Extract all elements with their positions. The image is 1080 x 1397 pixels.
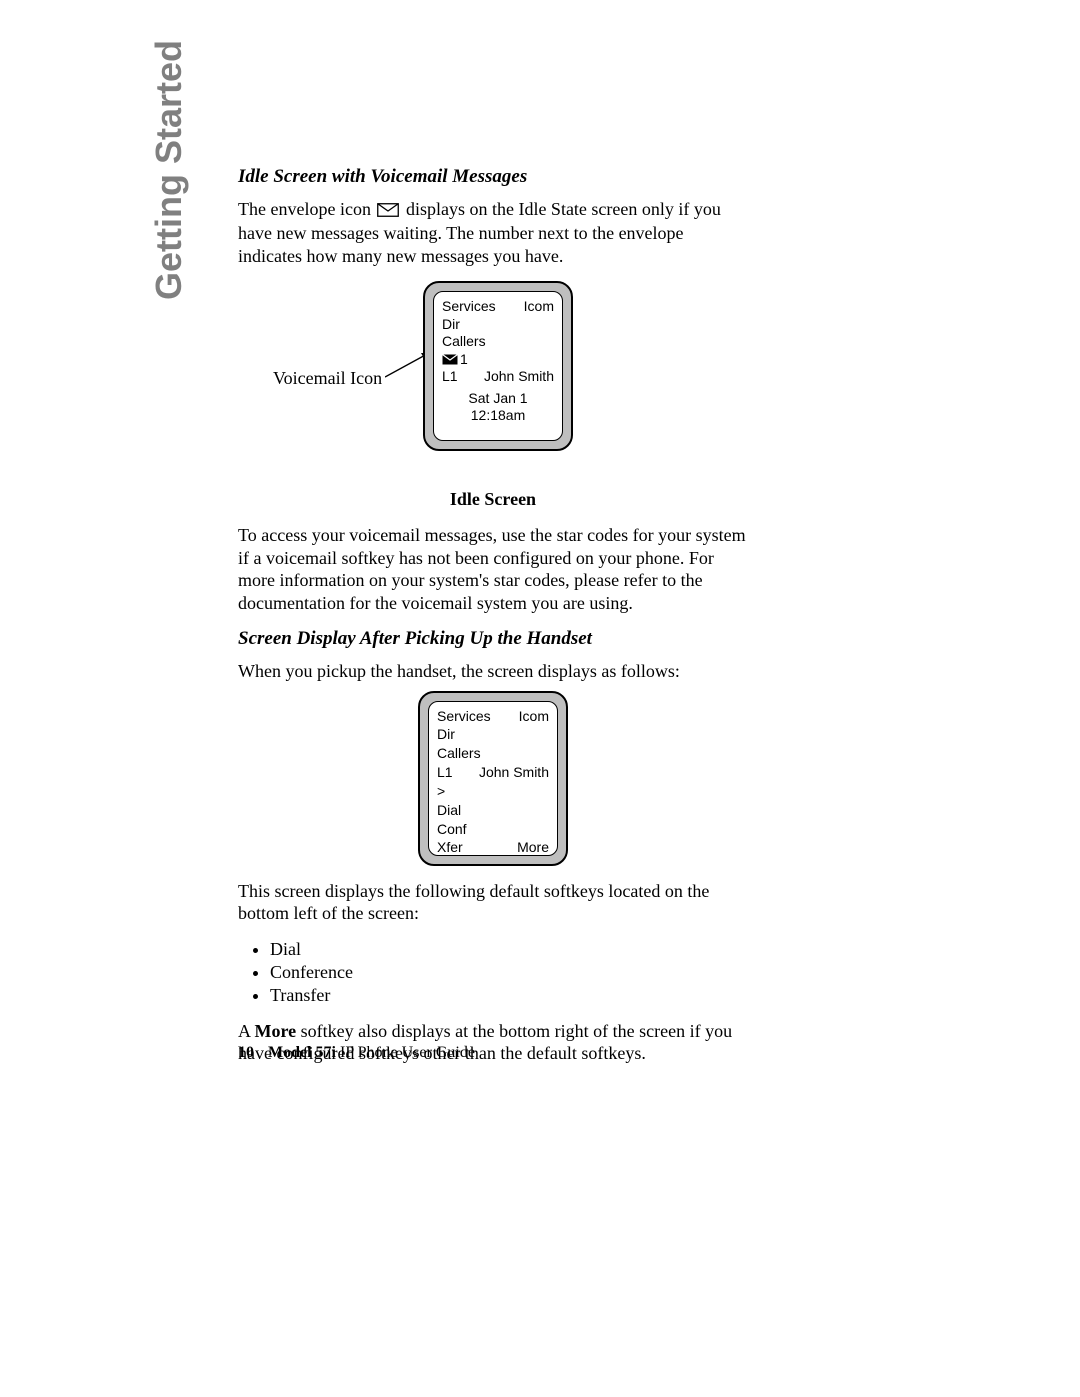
line-user: John Smith [484,368,554,386]
phone-screen: Services Icom Dir Callers L1 John Smith … [428,701,558,856]
callout-voicemail-icon: Voicemail Icon [273,368,382,389]
paragraph-envelope-intro: The envelope icon displays on the Idle S… [238,198,748,267]
dial-prompt: > [437,783,549,801]
page-footer: 10 Model 57i IP Phone User Guide [238,1044,475,1062]
softkey-dial: Dial [437,802,549,820]
softkey-callers: Callers [442,333,554,351]
phone-screen: Services Icom Dir Callers 1 L1 J [433,291,563,441]
figure-caption-idle: Idle Screen [238,489,748,510]
softkey-services: Services [442,298,496,316]
figure-offhook-screen: Services Icom Dir Callers L1 John Smith … [418,691,568,866]
softkey-icom: Icom [519,708,549,726]
section-tab-label: Getting Started [148,40,189,300]
heading-idle-voicemail: Idle Screen with Voicemail Messages [238,166,748,188]
datetime: Sat Jan 1 12:18am [442,390,554,425]
softkey-bullet-list: Dial Conference Transfer [238,939,748,1006]
softkey-more: More [517,839,549,857]
softkey-dir: Dir [442,316,554,334]
text: A [238,1021,255,1041]
text-pre-icon: The envelope icon [238,199,375,219]
softkey-services: Services [437,708,491,726]
voicemail-count: 1 [460,351,468,369]
paragraph-softkeys-intro: This screen displays the following defau… [238,880,748,925]
softkey-xfer: Xfer [437,839,463,857]
list-item: Dial [270,939,748,960]
phone-bezel: Services Icom Dir Callers 1 L1 J [423,281,573,451]
figure-offhook-wrap: Services Icom Dir Callers L1 John Smith … [238,691,748,866]
softkey-row-top: Services Icom [442,298,554,316]
page: Getting Started Idle Screen with Voicema… [0,0,1080,1397]
paragraph-offhook-intro: When you pickup the handset, the screen … [238,660,748,683]
footer-tail: IP Phone User Guide [336,1044,475,1061]
line-row: L1 John Smith [437,764,549,782]
softkey-row-bottom: Xfer More [437,839,549,857]
softkey-row-top: Services Icom [437,708,549,726]
softkey-conf: Conf [437,821,549,839]
bold-more: More [255,1021,297,1041]
softkey-dir: Dir [437,726,549,744]
line-row: L1 John Smith [442,368,554,386]
section-tab-getting-started: Getting Started [148,40,190,300]
paragraph-access-voicemail: To access your voicemail messages, use t… [238,524,748,614]
footer-model: Model 57i [268,1044,336,1061]
line-label: L1 [442,368,458,386]
phone-bezel: Services Icom Dir Callers L1 John Smith … [418,691,568,866]
envelope-icon [442,354,458,365]
figure-idle-screen: Voicemail Icon Services Icom Dir Callers [238,281,748,481]
softkey-icom: Icom [524,298,554,316]
list-item: Transfer [270,985,748,1006]
line-label: L1 [437,764,453,782]
envelope-icon [377,200,399,223]
line-user: John Smith [479,764,549,782]
softkey-callers: Callers [437,745,549,763]
main-content: Idle Screen with Voicemail Messages The … [238,166,748,1079]
heading-offhook: Screen Display After Picking Up the Hand… [238,628,748,650]
voicemail-indicator: 1 [442,351,554,369]
page-number: 10 [238,1044,254,1061]
list-item: Conference [270,962,748,983]
